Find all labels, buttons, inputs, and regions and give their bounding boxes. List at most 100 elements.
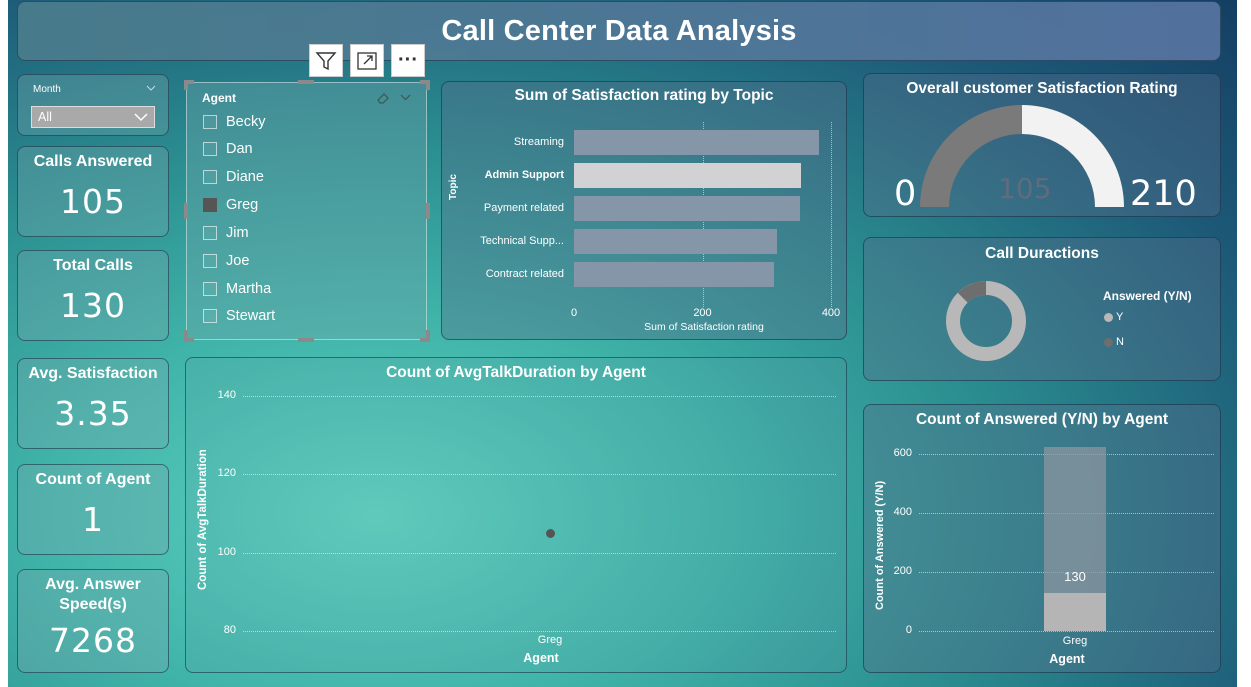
kpi-label: Avg. Satisfaction: [28, 365, 158, 382]
agent-option[interactable]: Dan: [203, 141, 253, 157]
kpi-value: 3.35: [54, 394, 132, 433]
chart-title: Count of Answered (Y/N) by Agent: [915, 411, 1168, 428]
resize-handle[interactable]: [420, 338, 430, 342]
title-banner: Call Center Data Analysis: [17, 1, 1221, 61]
checkbox-icon: [203, 282, 217, 296]
more-options-button[interactable]: ···: [391, 44, 425, 77]
chevron-down-icon[interactable]: [400, 94, 411, 101]
kpi-label-line1: Avg. Answer: [45, 576, 141, 593]
resize-handle[interactable]: [426, 203, 430, 219]
checkbox-icon: [203, 170, 217, 184]
legend-item-n[interactable]: N: [1104, 336, 1124, 348]
y-tick-label: Technical Supp...: [480, 235, 564, 247]
agent-option[interactable]: Diane: [203, 169, 264, 185]
checkbox-icon: [203, 254, 217, 268]
agent-option-label: Stewart: [226, 308, 276, 324]
kpi-label: Count of Agent: [35, 471, 151, 488]
x-axis-label: Agent: [1049, 652, 1085, 666]
agent-option[interactable]: Jim: [203, 225, 249, 241]
kpi-count-of-agent: Count of Agent 1: [17, 464, 169, 555]
x-tick-label: 0: [570, 307, 578, 319]
satisfaction-gauge: Overall customer Satisfaction Rating 0 1…: [863, 73, 1221, 217]
agent-option[interactable]: Stewart: [203, 308, 275, 324]
checkbox-icon: [203, 309, 217, 323]
agent-option-label: Jim: [226, 225, 249, 241]
y-tick-label: 0: [905, 624, 912, 636]
focus-mode-button[interactable]: [350, 44, 384, 77]
legend-item-y[interactable]: Y: [1104, 311, 1123, 323]
y-tick-label: 140: [217, 389, 236, 401]
kpi-total-calls: Total Calls 130: [17, 250, 169, 341]
donut-slice-n: [957, 281, 987, 303]
resize-handle[interactable]: [298, 338, 314, 342]
resize-handle[interactable]: [184, 338, 194, 342]
kpi-avg-satisfaction: Avg. Satisfaction 3.35: [17, 358, 169, 449]
chart-title: Count of AvgTalkDuration by Agent: [386, 364, 646, 381]
agent-option[interactable]: Joe: [203, 253, 249, 269]
grid-line: [243, 396, 836, 397]
x-tick-label: 200: [693, 307, 712, 319]
chart-title: Sum of Satisfaction rating by Topic: [514, 87, 774, 104]
grid-line: [831, 122, 832, 307]
kpi-calls-answered: Calls Answered 105: [17, 146, 169, 237]
month-slicer-label: Month: [33, 84, 61, 95]
resize-handle[interactable]: [184, 80, 188, 90]
y-tick-label: 200: [893, 564, 912, 577]
answered-by-agent-chart: Count of Answered (Y/N) by Agent Count o…: [863, 404, 1221, 673]
grid-line: [243, 474, 836, 476]
legend-label: N: [1116, 336, 1124, 348]
topic-bar: [574, 130, 820, 155]
agent-option-label: Joe: [226, 253, 250, 269]
kpi-value: 7268: [49, 621, 137, 660]
call-durations-donut: Call Duractions Answered (Y/N) Y N: [863, 237, 1221, 381]
chevron-down-icon[interactable]: [146, 85, 156, 92]
month-slicer: Month All: [17, 74, 169, 136]
talk-duration-chart: Count of AvgTalkDuration by Agent Count …: [185, 357, 847, 673]
resize-handle[interactable]: [298, 80, 314, 84]
topic-bar: [574, 196, 801, 221]
agent-option[interactable]: Becky: [203, 114, 266, 130]
y-tick-label: Streaming: [513, 136, 564, 148]
donut-slice-y: [946, 281, 1026, 361]
month-dropdown[interactable]: All: [31, 106, 155, 128]
topic-bar: [574, 229, 778, 254]
agent-option-label: Martha: [226, 281, 272, 297]
grid-line: [243, 631, 836, 632]
legend-marker-icon: [1104, 312, 1113, 322]
kpi-avg-answer-speed: Avg. Answer Speed(s) 7268: [17, 569, 169, 673]
agent-option[interactable]: Martha: [203, 281, 271, 297]
kpi-label-line2: Speed(s): [59, 596, 127, 613]
resize-handle[interactable]: [184, 203, 188, 219]
legend-title: Answered (Y/N): [1103, 289, 1192, 303]
page-title: Call Center Data Analysis: [441, 14, 797, 47]
checkbox-icon: [203, 226, 217, 240]
kpi-label: Calls Answered: [33, 153, 153, 170]
y-tick-label: 400: [893, 505, 912, 518]
kpi-label: Avg. Answer Speed(s): [45, 575, 141, 615]
x-tick-label: Greg: [537, 634, 563, 646]
filter-button[interactable]: [309, 44, 343, 77]
eraser-icon[interactable]: [376, 92, 390, 104]
chart-title: Call Duractions: [985, 245, 1099, 262]
agent-option-label: Diane: [226, 169, 264, 185]
y-tick-label: 600: [893, 446, 912, 459]
kpi-value: 1: [82, 500, 104, 539]
kpi-value: 105: [60, 182, 126, 221]
filter-icon: [315, 51, 337, 70]
y-tick-label: Payment related: [483, 202, 564, 214]
agent-slicer: Agent Becky Dan Diane Greg Jim Joe Marth…: [186, 82, 427, 340]
x-tick-label: Greg: [1062, 635, 1088, 647]
more-options-icon: ···: [398, 49, 418, 71]
y-axis-label: Count of Answered (Y/N): [874, 480, 886, 610]
agent-option-label: Dan: [226, 141, 253, 157]
resize-handle[interactable]: [426, 80, 430, 90]
grid-line: [919, 631, 1214, 632]
agent-option-label: Greg: [226, 197, 259, 213]
agent-slicer-label: Agent: [202, 91, 236, 105]
y-tick-label: 100: [217, 545, 236, 558]
y-axis-label: Topic: [448, 174, 459, 200]
y-tick-label: 120: [217, 467, 236, 480]
x-tick-label: 400: [821, 307, 841, 319]
agent-option-label: Becky: [226, 114, 266, 130]
agent-option-selected[interactable]: Greg: [203, 197, 258, 213]
